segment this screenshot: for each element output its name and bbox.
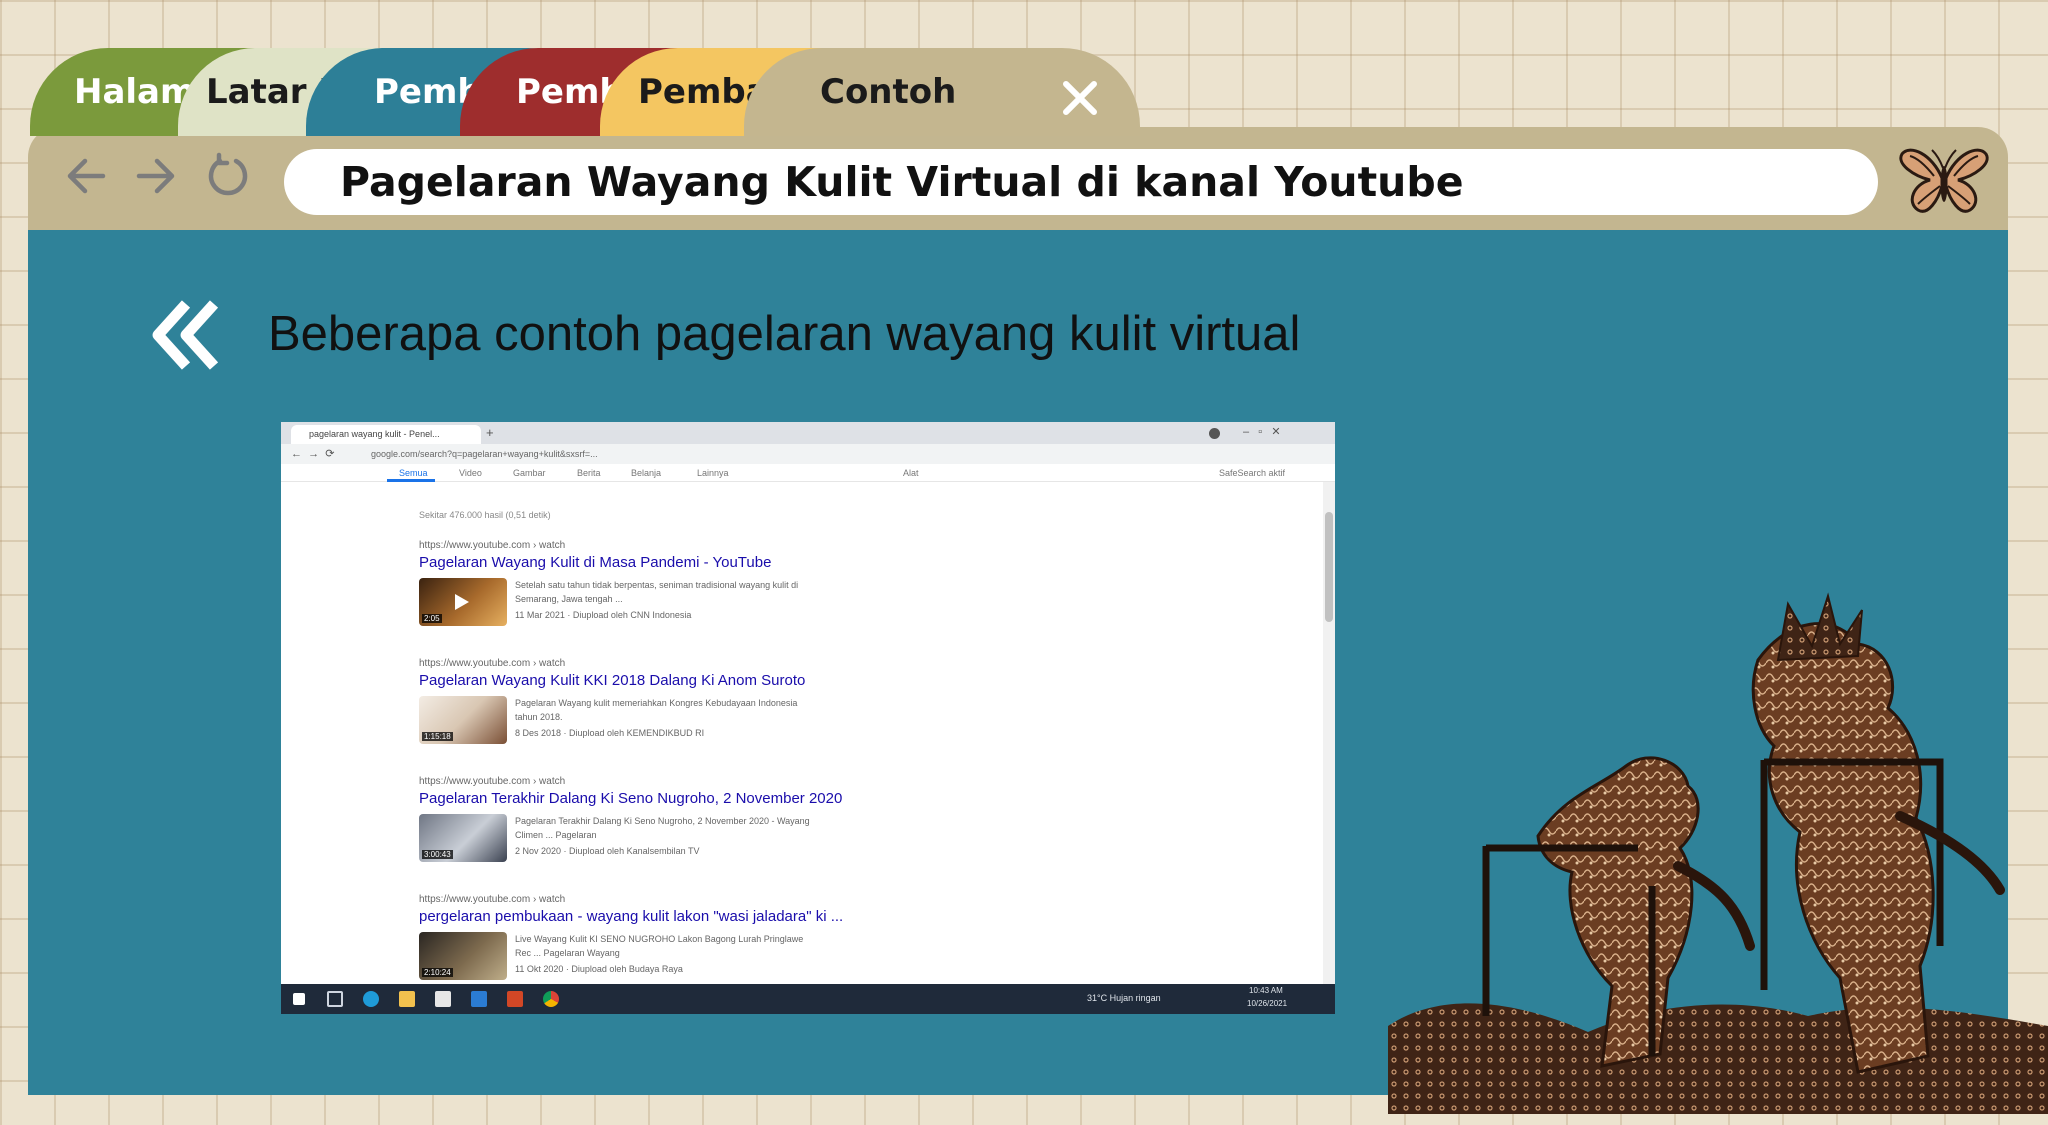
- result-snippet: Climen ... Pagelaran: [515, 830, 597, 840]
- double-chevron-left-icon: [152, 300, 219, 370]
- mail-icon: [471, 991, 487, 1007]
- arrow-left-icon: [67, 158, 106, 194]
- result-snippet: Live Wayang Kulit KI SENO NUGROHO Lakon …: [515, 934, 804, 944]
- filter-gambar: Gambar: [513, 468, 546, 478]
- result-snippet: Rec ... Pagelaran Wayang: [515, 948, 620, 958]
- search-result-2: https://www.youtube.com › watch Pagelara…: [419, 658, 979, 762]
- wayang-decoration: [1388, 586, 2048, 1114]
- result-title-link[interactable]: Pagelaran Wayang Kulit KKI 2018 Dalang K…: [419, 672, 805, 689]
- search-result-4: https://www.youtube.com › watch pergelar…: [419, 894, 979, 998]
- result-snippet: Pagelaran Wayang kulit memeriahkan Kongr…: [515, 698, 798, 708]
- butterfly-logo: [1896, 142, 1992, 220]
- task-view-icon: [327, 991, 343, 1007]
- result-count: Sekitar 476.000 hasil (0,51 detik): [419, 510, 551, 520]
- filter-lainnya: Lainnya: [697, 468, 729, 478]
- reload-icon: [208, 152, 248, 196]
- result-url: https://www.youtube.com › watch: [419, 894, 566, 905]
- screenshot-new-tab-icon: +: [486, 425, 494, 440]
- result-thumbnail[interactable]: 2:10:24: [419, 932, 507, 980]
- file-explorer-icon: [399, 991, 415, 1007]
- tab-label: Halaman: [74, 72, 194, 112]
- result-url: https://www.youtube.com › watch: [419, 658, 566, 669]
- result-date: 8 Des 2018 · Diupload oleh KEMENDIKBUD R…: [515, 728, 705, 738]
- screenshot-url: google.com/search?q=pagelaran+wayang+kul…: [371, 449, 598, 459]
- result-snippet: Semarang, Jawa tengah ...: [515, 594, 623, 604]
- safesearch-label: SafeSearch aktif: [1219, 468, 1286, 478]
- screenshot-profile-icon: [1209, 428, 1220, 439]
- screenshot-scroll-thumb: [1325, 512, 1333, 622]
- screenshot-filter-bar: Semua Video Gambar Berita Belanja Lainny…: [281, 464, 1335, 482]
- search-result-1: https://www.youtube.com › watch Pagelara…: [419, 540, 979, 644]
- video-duration: 1:15:18: [422, 732, 453, 741]
- address-text: Pagelaran Wayang Kulit Virtual di kanal …: [340, 158, 1464, 206]
- screenshot-url-bar: ← → ⟳ google.com/search?q=pagelaran+waya…: [281, 444, 1335, 464]
- taskbar-time: 10:43 AM: [1249, 986, 1283, 995]
- screenshot-window-controls: – ▫ ✕: [1243, 426, 1281, 438]
- video-duration: 3:00:43: [422, 850, 453, 859]
- taskbar-date: 10/26/2021: [1247, 999, 1288, 1008]
- filter-belanja: Belanja: [631, 468, 662, 478]
- filter-berita: Berita: [577, 468, 601, 478]
- result-title-link[interactable]: pergelaran pembukaan - wayang kulit lako…: [419, 908, 843, 925]
- search-result-3: https://www.youtube.com › watch Pagelara…: [419, 776, 979, 880]
- filter-active-underline: [387, 479, 435, 482]
- powerpoint-icon: [507, 991, 523, 1007]
- back-button[interactable]: [56, 146, 116, 206]
- result-date: 11 Mar 2021 · Diupload oleh CNN Indonesi…: [515, 610, 692, 620]
- close-icon: [1063, 81, 1097, 115]
- result-date: 2 Nov 2020 · Diupload oleh Kanalsembilan…: [515, 846, 700, 856]
- forward-button[interactable]: [126, 146, 186, 206]
- wayang-kulit-puppets-icon: [1388, 592, 2048, 1114]
- video-duration: 2:10:24: [422, 968, 453, 977]
- butterfly-icon: [1899, 148, 1989, 213]
- screenshot-taskbar: 31°C Hujan ringan 10:43 AM 10/26/2021: [281, 984, 1335, 1014]
- result-snippet: Setelah satu tahun tidak berpentas, seni…: [515, 580, 799, 590]
- chrome-icon: [543, 991, 559, 1007]
- result-thumbnail[interactable]: 1:15:18: [419, 696, 507, 744]
- play-icon: [455, 594, 469, 610]
- close-tab-button[interactable]: [1056, 74, 1104, 122]
- screenshot-tab: pagelaran wayang kulit - Penel...: [291, 425, 481, 444]
- arrow-right-icon: [136, 158, 175, 194]
- back-chevrons-button[interactable]: [150, 298, 224, 372]
- result-snippet: tahun 2018.: [515, 712, 563, 722]
- result-title-link[interactable]: Pagelaran Wayang Kulit di Masa Pandemi -…: [419, 554, 771, 571]
- screenshot-scrollbar: [1323, 482, 1335, 984]
- section-heading: Beberapa contoh pagelaran wayang kulit v…: [268, 307, 1301, 361]
- address-bar[interactable]: Pagelaran Wayang Kulit Virtual di kanal …: [284, 149, 1878, 215]
- result-title-link[interactable]: Pagelaran Terakhir Dalang Ki Seno Nugroh…: [419, 790, 842, 807]
- store-icon: [435, 991, 451, 1007]
- filter-semua: Semua: [399, 468, 428, 478]
- filter-alat: Alat: [903, 468, 919, 478]
- result-url: https://www.youtube.com › watch: [419, 776, 566, 787]
- filter-video: Video: [459, 468, 482, 478]
- video-duration: 2:05: [422, 614, 442, 623]
- edge-icon: [363, 991, 379, 1007]
- reload-button[interactable]: [198, 146, 258, 206]
- taskbar-weather: 31°C Hujan ringan: [1087, 993, 1161, 1003]
- result-url: https://www.youtube.com › watch: [419, 540, 566, 551]
- windows-start-icon: [293, 993, 305, 1005]
- tab-label: Contoh: [820, 72, 957, 112]
- screenshot-tab-bar: pagelaran wayang kulit - Penel... + – ▫ …: [281, 422, 1335, 444]
- result-date: 11 Okt 2020 · Diupload oleh Budaya Raya: [515, 964, 683, 974]
- screenshot-nav-icons: ← → ⟳: [291, 448, 335, 460]
- search-results-screenshot: pagelaran wayang kulit - Penel... + – ▫ …: [281, 422, 1335, 1014]
- screenshot-tab-title: pagelaran wayang kulit - Penel...: [309, 429, 440, 439]
- result-snippet: Pagelaran Terakhir Dalang Ki Seno Nugroh…: [515, 816, 810, 826]
- result-thumbnail[interactable]: 2:05: [419, 578, 507, 626]
- result-thumbnail[interactable]: 3:00:43: [419, 814, 507, 862]
